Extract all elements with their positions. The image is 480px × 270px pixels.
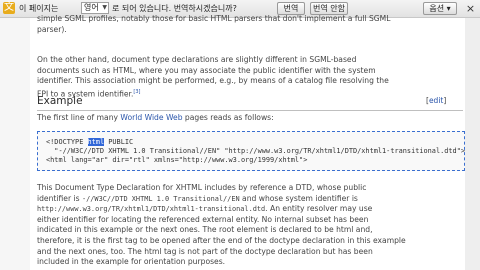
- citation-link[interactable]: [3]: [133, 89, 140, 95]
- world-wide-web-link[interactable]: World Wide Web: [120, 113, 182, 122]
- text-line: identifier. This association might be pe…: [37, 76, 389, 86]
- selected-text[interactable]: html: [87, 138, 105, 146]
- translate-icon: 文: [3, 2, 15, 14]
- intro-before: The first line of many: [37, 113, 121, 122]
- text-line: simple SGML profiles, notably those for …: [37, 14, 391, 23]
- paragraph-top: simple SGML profiles, notably those for …: [37, 14, 457, 35]
- code-line-1-after: PUBLIC: [104, 138, 134, 146]
- text-line: either identifier for locating the refer…: [37, 214, 369, 224]
- close-icon[interactable]: ×: [464, 2, 477, 15]
- text-line: indicated in this example or the next on…: [37, 225, 373, 235]
- intro-sentence: The first line of many World Wide Web pa…: [37, 113, 274, 122]
- text-segment: and whose system identifier is: [239, 193, 358, 203]
- edit-section-link: [edit]: [426, 96, 447, 105]
- code-line-1: <!DOCTYPE html PUBLIC: [46, 138, 133, 147]
- translate-suffix-text: 로 되어 있습니다. 번역하시겠습니까?: [112, 4, 237, 13]
- language-select[interactable]: 영어 ▼: [81, 2, 109, 14]
- right-scroll-margin: [465, 18, 480, 270]
- text-segment: . An entity resolver may use: [265, 204, 373, 214]
- text-line: http://www.w3.org/TR/xhtml1/DTD/xhtml1-t…: [37, 204, 465, 215]
- intro-after: pages reads as follows:: [182, 113, 274, 122]
- text-line: therefore, it is the first tag to be ope…: [37, 235, 406, 245]
- text-line: included in the example for orientation …: [37, 257, 226, 267]
- text-line: parser).: [37, 24, 67, 34]
- options-button-label: 옵션: [429, 4, 445, 13]
- paragraph-fpi: On the other hand, document type declara…: [37, 55, 457, 100]
- text-segment: identifier is: [37, 193, 82, 203]
- system-identifier: http://www.w3.org/TR/xhtml1/DTD/xhtml1-t…: [37, 205, 266, 214]
- text-line: On the other hand, document type declara…: [37, 55, 357, 64]
- chevron-down-icon: ▼: [102, 4, 107, 11]
- left-margin: [0, 0, 30, 270]
- code-line-2: "-//W3C//DTD XHTML 1.0 Transitional//EN"…: [46, 147, 465, 155]
- text-line: This Document Type Declaration for XHTML…: [37, 183, 367, 192]
- code-line-1-before: <!DOCTYPE: [46, 138, 88, 146]
- translate-prefix-text: 이 페이지는: [19, 4, 59, 13]
- heading-divider: [37, 110, 463, 111]
- edit-link[interactable]: edit: [429, 96, 443, 105]
- code-block: <!DOCTYPE html PUBLIC "-//W3C//DTD XHTML…: [37, 131, 465, 171]
- explanation-paragraph: This Document Type Declaration for XHTML…: [37, 183, 465, 268]
- language-select-value: 영어: [84, 3, 99, 12]
- text-line: documents such as HTML, where you may as…: [37, 65, 376, 75]
- section-heading: Example: [37, 95, 83, 107]
- text-line: and the next ones, too. The html tag is …: [37, 246, 373, 256]
- text-line: identifier is -//W3C//DTD XHTML 1.0 Tran…: [37, 194, 465, 205]
- code-line-3: <html lang="ar" dir="rtl" xmlns="http://…: [46, 156, 308, 164]
- text-line: FPI to a system identifier.[3]: [37, 87, 457, 100]
- public-identifier: -//W3C//DTD XHTML 1.0 Transitional//EN: [81, 194, 240, 203]
